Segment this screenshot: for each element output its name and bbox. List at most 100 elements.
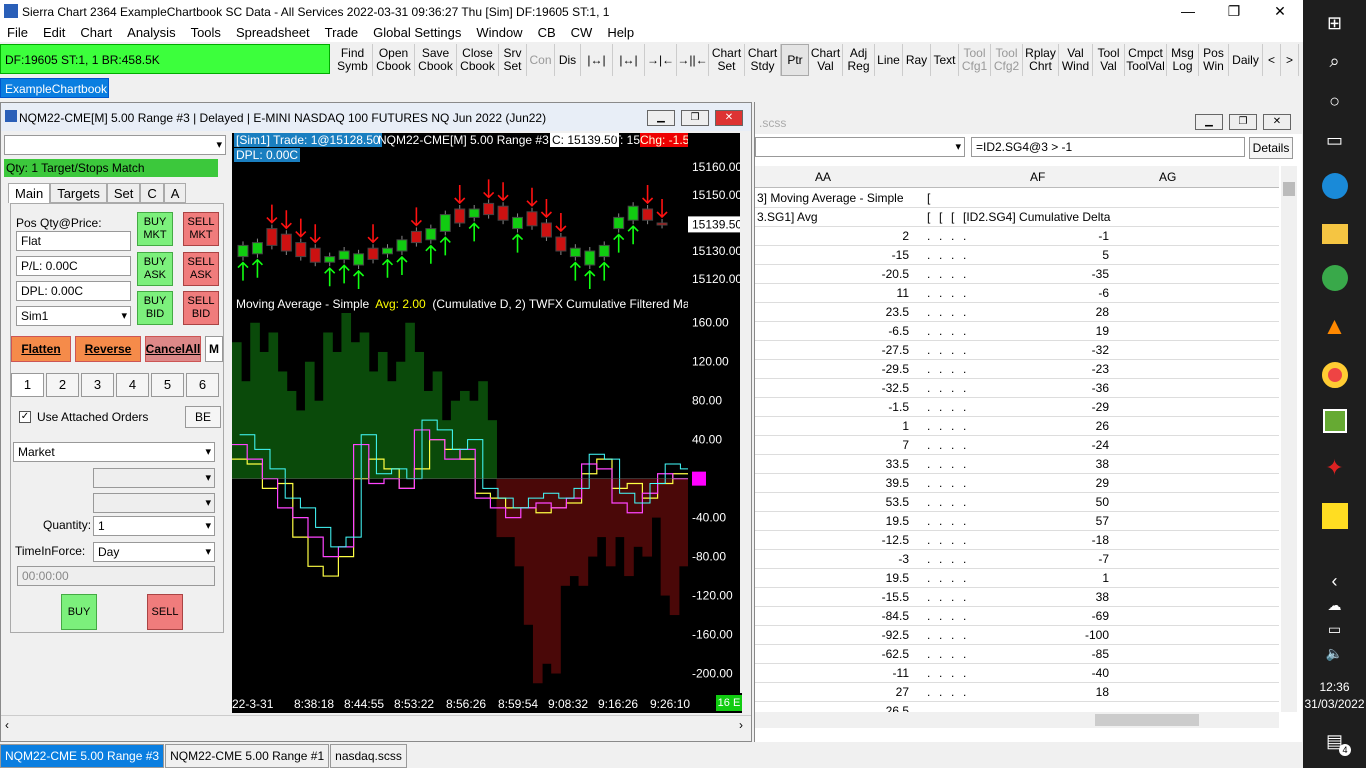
- toolbar-button[interactable]: →||←: [677, 44, 709, 76]
- menu-item[interactable]: Analysis: [120, 22, 183, 42]
- m-button[interactable]: M: [205, 336, 223, 362]
- vlc-icon[interactable]: ▲: [1303, 304, 1366, 350]
- cell-aa[interactable]: -15: [892, 248, 909, 262]
- dot-cell[interactable]: .: [963, 324, 966, 338]
- dot-cell[interactable]: .: [927, 495, 930, 509]
- dot-cell[interactable]: .: [927, 286, 930, 300]
- table-row[interactable]: 53.5.... 50: [755, 493, 1279, 512]
- dot-cell[interactable]: .: [951, 248, 954, 262]
- ss-close-icon[interactable]: ✕: [1263, 114, 1291, 130]
- dot-cell[interactable]: .: [951, 267, 954, 281]
- toolbar-button[interactable]: Chart Val: [809, 44, 843, 76]
- toolbar-button[interactable]: >: [1281, 44, 1299, 76]
- dot-cell[interactable]: .: [939, 533, 942, 547]
- cell-aa[interactable]: 2: [902, 229, 909, 243]
- notification-icon[interactable]: ▤: [1303, 718, 1366, 764]
- cell-aa[interactable]: -84.5: [882, 609, 909, 623]
- dot-cell[interactable]: .: [927, 400, 930, 414]
- dot-cell[interactable]: .: [963, 495, 966, 509]
- cell-af[interactable]: -6: [1098, 286, 1109, 300]
- dot-cell[interactable]: .: [963, 514, 966, 528]
- dot-cell[interactable]: .: [963, 552, 966, 566]
- table-row[interactable]: -11.... -40: [755, 664, 1279, 683]
- ss-restore-icon[interactable]: ❐: [1229, 114, 1257, 130]
- dot-cell[interactable]: .: [927, 476, 930, 490]
- dot-cell[interactable]: .: [951, 400, 954, 414]
- cell-af[interactable]: -24: [1092, 438, 1109, 452]
- sticky-notes-icon[interactable]: [1303, 493, 1366, 539]
- dot-cell[interactable]: .: [963, 305, 966, 319]
- dot-cell[interactable]: .: [939, 229, 942, 243]
- dot-cell[interactable]: .: [951, 514, 954, 528]
- cell-af[interactable]: -7: [1098, 552, 1109, 566]
- toolbar-button[interactable]: Tool Cfg1: [959, 44, 991, 76]
- dot-cell[interactable]: .: [951, 343, 954, 357]
- cell-af[interactable]: -23: [1092, 362, 1109, 376]
- dot-cell[interactable]: .: [951, 362, 954, 376]
- chart-tab[interactable]: nasdaq.scss: [330, 744, 407, 768]
- volume-icon[interactable]: 🔈: [1303, 630, 1366, 676]
- dot-cell[interactable]: .: [963, 381, 966, 395]
- dot-cell[interactable]: .: [939, 305, 942, 319]
- toolbar-button[interactable]: Cmpct ToolVal: [1125, 44, 1167, 76]
- trade-tab[interactable]: C: [140, 183, 164, 203]
- dot-cell[interactable]: .: [927, 343, 930, 357]
- cell-aa[interactable]: -27.5: [882, 343, 909, 357]
- file-explorer-icon[interactable]: [1303, 211, 1366, 257]
- dot-cell[interactable]: .: [951, 704, 954, 712]
- quantity-preset-button[interactable]: 1: [11, 373, 44, 397]
- table-row[interactable]: -3.... -7: [755, 550, 1279, 569]
- dot-cell[interactable]: .: [939, 362, 942, 376]
- buy-market-button[interactable]: BUY MKT: [137, 212, 173, 246]
- dot-cell[interactable]: .: [927, 609, 930, 623]
- cell-aa[interactable]: 33.5: [886, 457, 909, 471]
- cell-aa[interactable]: 7: [902, 438, 909, 452]
- dot-cell[interactable]: .: [963, 343, 966, 357]
- dot-cell[interactable]: .: [927, 590, 930, 604]
- dot-cell[interactable]: .: [927, 324, 930, 338]
- dot-cell[interactable]: .: [939, 628, 942, 642]
- dot-cell[interactable]: .: [951, 628, 954, 642]
- cell-aa[interactable]: -92.5: [882, 628, 909, 642]
- globe-app-icon[interactable]: [1303, 255, 1366, 301]
- toolbar-button[interactable]: Srv Set: [499, 44, 527, 76]
- dot-cell[interactable]: .: [939, 248, 942, 262]
- vertical-scrollbar[interactable]: [1281, 166, 1297, 712]
- table-row[interactable]: -32.5.... -36: [755, 379, 1279, 398]
- dot-cell[interactable]: .: [951, 324, 954, 338]
- dot-cell[interactable]: .: [927, 552, 930, 566]
- dot-cell[interactable]: .: [927, 457, 930, 471]
- dot-cell[interactable]: .: [927, 533, 930, 547]
- dot-cell[interactable]: .: [939, 704, 942, 712]
- dot-cell[interactable]: .: [927, 229, 930, 243]
- table-row[interactable]: -1.5.... -29: [755, 398, 1279, 417]
- cell-aa[interactable]: -62.5: [882, 647, 909, 661]
- dot-cell[interactable]: .: [963, 457, 966, 471]
- dot-cell[interactable]: .: [927, 666, 930, 680]
- dot-cell[interactable]: .: [963, 647, 966, 661]
- cell-af[interactable]: -1: [1098, 229, 1109, 243]
- quantity-input[interactable]: 1: [93, 516, 215, 536]
- dot-cell[interactable]: .: [939, 381, 942, 395]
- toolbar-button[interactable]: Find Symb: [333, 44, 373, 76]
- price-axis[interactable]: 15160.0015150.0015140.0015130.0015120.00…: [688, 133, 740, 693]
- cell-aa[interactable]: -15.5: [882, 590, 909, 604]
- cell-af[interactable]: -35: [1092, 267, 1109, 281]
- cell-af[interactable]: 1: [1102, 571, 1109, 585]
- dot-cell[interactable]: .: [939, 419, 942, 433]
- toolbar-button[interactable]: Pos Win: [1199, 44, 1229, 76]
- cell-aa[interactable]: 39.5: [886, 476, 909, 490]
- dot-cell[interactable]: .: [963, 704, 966, 712]
- sell-button[interactable]: SELL: [147, 594, 183, 630]
- price-chart[interactable]: [Sim1] Trade: 1@15128.50 NQM22-CME[M] 5.…: [232, 133, 690, 693]
- dot-cell[interactable]: .: [951, 647, 954, 661]
- dot-cell[interactable]: .: [963, 590, 966, 604]
- toolbar-button[interactable]: Open Cbook: [373, 44, 415, 76]
- toolbar-button[interactable]: Close Cbook: [457, 44, 499, 76]
- table-row[interactable]: 11.... -6: [755, 284, 1279, 303]
- window-close-icon[interactable]: ✕: [715, 110, 743, 126]
- dot-cell[interactable]: .: [939, 514, 942, 528]
- dot-cell[interactable]: .: [927, 381, 930, 395]
- buy-ask-button[interactable]: BUY ASK: [137, 252, 173, 286]
- menu-item[interactable]: Trade: [318, 22, 366, 42]
